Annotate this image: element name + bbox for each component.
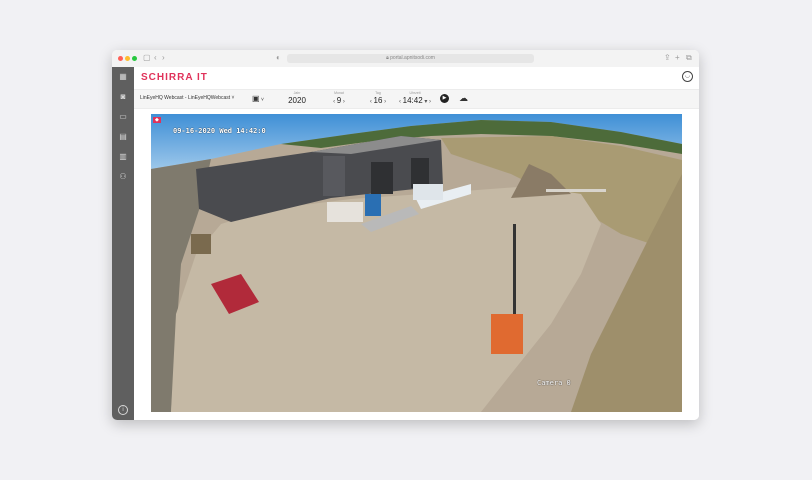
calendar-icon: ▣ [252, 94, 260, 103]
tabs-overview-icon[interactable]: ⧉ [686, 53, 692, 63]
time-selector: Uhrzeit ‹ 14:42 ▾ › [390, 91, 440, 108]
time-value[interactable]: 14:42 [403, 96, 423, 105]
new-tab-icon[interactable]: + [675, 53, 680, 63]
close-window-button[interactable] [118, 56, 123, 61]
camera-image-viewer[interactable]: ◆ 09-16-2020 Wed 14:42:0 Camera 0 [151, 114, 682, 412]
month-next-icon[interactable]: › [341, 99, 345, 105]
url-text: portal.apnitsodi.com [390, 55, 435, 61]
play-icon: ▶ [442, 95, 447, 101]
timeline-toolbar: LinEyeHQ Webcast - LinEyeHQWebcast ˅ ▣ ˅… [134, 89, 699, 109]
forward-icon[interactable]: › [162, 53, 165, 63]
sidebar-toggle-icon[interactable]: ▢ [143, 53, 151, 63]
app-sidebar: ▦ ◙ ▭ ▤ ▥ ⚇ i [112, 67, 134, 420]
chevron-down-icon: ˅ [231, 95, 235, 101]
year-value: 2020 [288, 96, 306, 105]
folder-icon[interactable]: ▭ [118, 112, 128, 122]
download-button[interactable]: ☁ [459, 93, 468, 104]
app-logo: SCHIRRA IT [141, 72, 208, 83]
shield-icon: ◐ [276, 53, 281, 62]
camera-label: Camera 0 [537, 379, 571, 387]
share-icon[interactable]: ⇪ [664, 53, 671, 63]
users-icon[interactable]: ⚇ [118, 172, 128, 182]
cloud-download-icon: ☁ [459, 93, 468, 103]
camera-scene [151, 114, 682, 412]
year-selector[interactable]: Jahr 2020 [282, 91, 312, 106]
month-selector: Monat ‹ 9 › [320, 91, 358, 108]
info-icon[interactable]: i [118, 405, 128, 415]
browser-window: ▢ ‹ › ◐ 🔒︎ portal.apnitsodi.com ⇪ + ⧉ ▦ … [112, 50, 699, 420]
camera-timestamp: 09-16-2020 Wed 14:42:0 [173, 127, 266, 135]
lock-icon: 🔒︎ [386, 55, 389, 61]
app-content: SCHIRRA IT ◡ LinEyeHQ Webcast - LinEyeHQ… [134, 67, 699, 420]
back-icon[interactable]: ‹ [154, 53, 157, 63]
maximize-window-button[interactable] [132, 56, 137, 61]
calendar-picker-button[interactable]: ▣ ˅ [252, 94, 264, 105]
user-account-icon[interactable]: ◡ [682, 71, 693, 82]
camera-select[interactable]: LinEyeHQ Webcast - LinEyeHQWebcast ˅ [140, 95, 234, 101]
chevron-down-icon: ˅ [259, 97, 264, 103]
url-bar[interactable]: 🔒︎ portal.apnitsodi.com [287, 54, 534, 63]
time-next-icon[interactable]: › [427, 99, 431, 105]
book-icon[interactable]: ▥ [118, 152, 128, 162]
calendar-icon[interactable]: ▤ [118, 132, 128, 142]
minimize-window-button[interactable] [125, 56, 130, 61]
browser-titlebar: ▢ ‹ › ◐ 🔒︎ portal.apnitsodi.com ⇪ + ⧉ [112, 50, 699, 68]
dashboard-icon[interactable]: ▦ [118, 72, 128, 82]
watermark-badge: ◆ [153, 117, 161, 123]
camera-icon[interactable]: ◙ [118, 92, 128, 102]
play-button[interactable]: ▶ [440, 94, 449, 103]
day-next-icon[interactable]: › [382, 99, 386, 105]
camera-select-value: LinEyeHQ Webcast - LinEyeHQWebcast [140, 95, 231, 101]
